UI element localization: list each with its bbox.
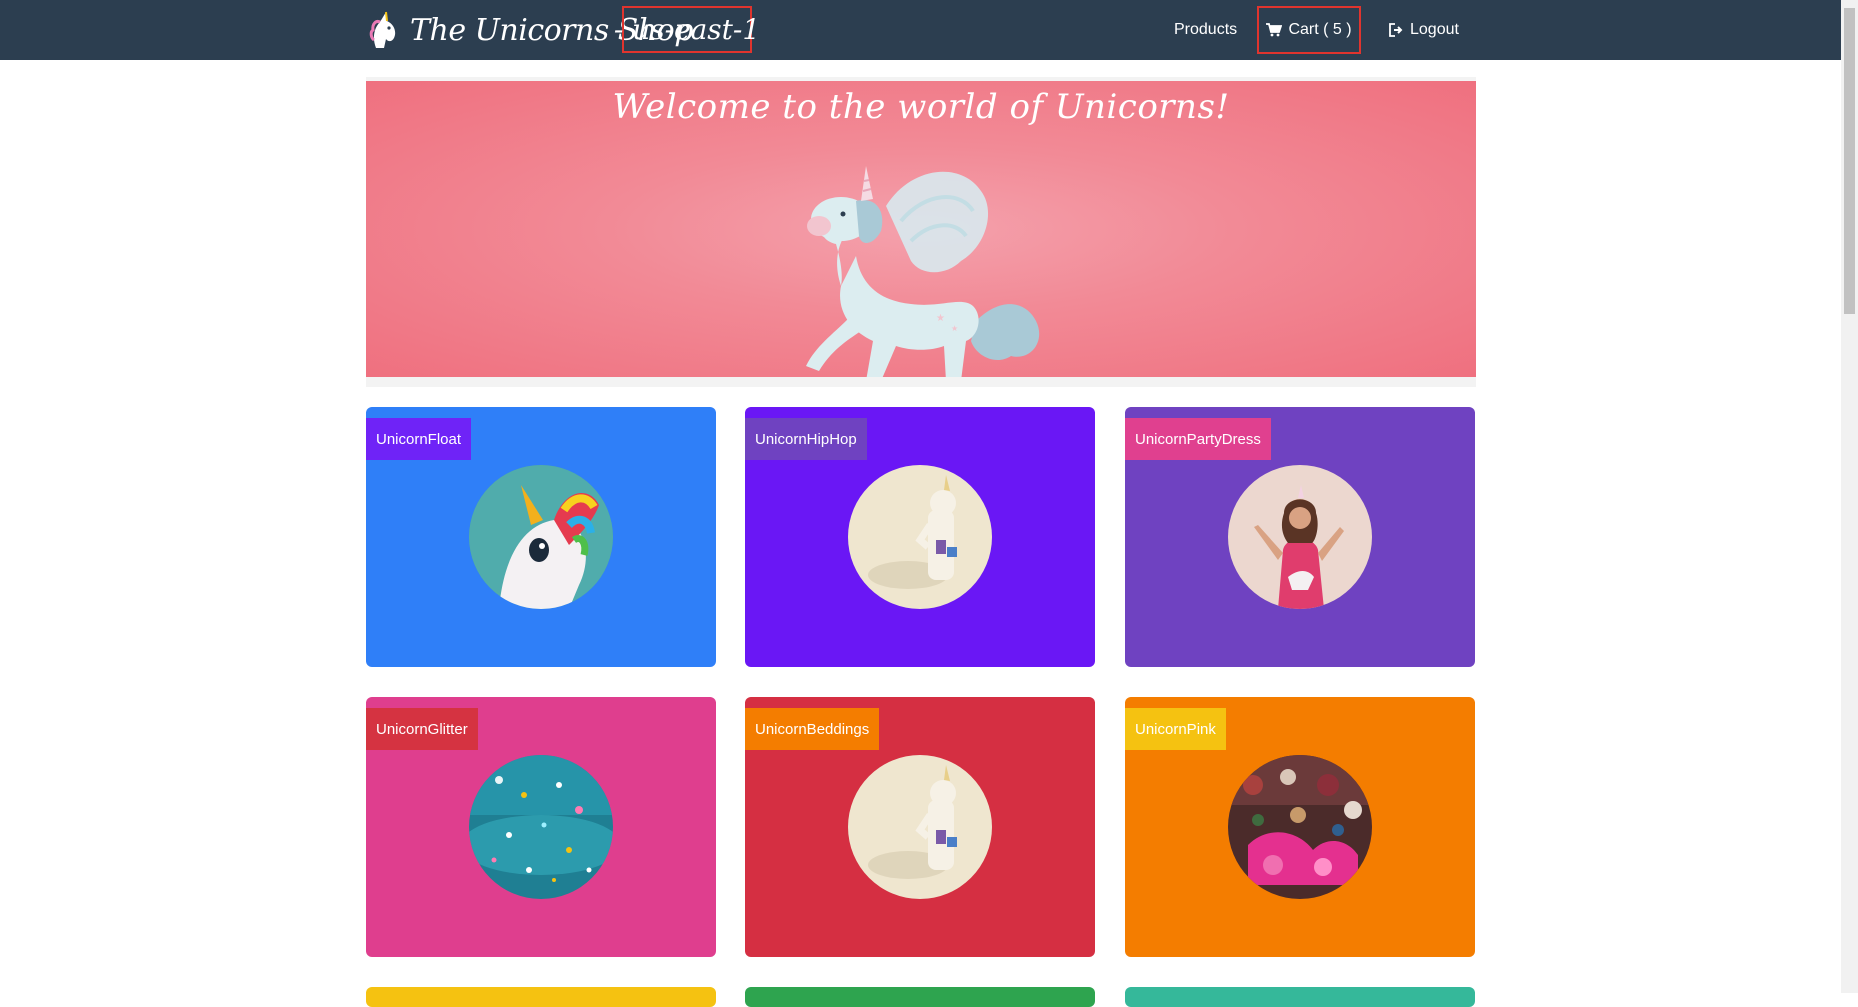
product-image xyxy=(848,465,992,609)
product-card-unicornglitter[interactable]: UnicornGlitter xyxy=(366,697,716,957)
product-name-label: UnicornFloat xyxy=(366,418,472,460)
product-name-label: UnicornPartyDress xyxy=(1125,418,1271,460)
unicorn-logo-icon xyxy=(369,11,396,48)
nav-cart-link[interactable]: Cart ( 5 ) xyxy=(1257,6,1361,54)
sign-out-icon xyxy=(1389,23,1404,37)
product-card-unicornpartydress[interactable]: UnicornPartyDress xyxy=(1125,407,1475,667)
svg-text:★: ★ xyxy=(936,313,945,324)
product-card-unicornpink[interactable]: UnicornPink xyxy=(1125,697,1475,957)
nav-products-label: Products xyxy=(1174,21,1238,38)
hero-title: Welcome to the world of Unicorns! xyxy=(612,87,1230,127)
region-label: - us-east-1 xyxy=(614,6,760,53)
shopping-cart-icon xyxy=(1266,23,1283,37)
product-name-label: UnicornPink xyxy=(1125,708,1226,750)
product-image xyxy=(469,465,613,609)
product-image xyxy=(469,755,613,899)
top-navbar: The Unicorns Shop - us-east-1 Products C… xyxy=(0,0,1841,60)
product-name-label: UnicornBeddings xyxy=(745,708,880,750)
hero-banner: Welcome to the world of Unicorns! ★ ★ xyxy=(366,81,1476,377)
product-card-unicornfloat[interactable]: UnicornFloat xyxy=(366,407,716,667)
product-card-partial[interactable] xyxy=(745,987,1095,1007)
product-card-partial[interactable] xyxy=(1125,987,1475,1007)
nav-cart-label: Cart ( 5 ) xyxy=(1288,21,1352,38)
product-card-partial[interactable] xyxy=(366,987,716,1007)
product-image xyxy=(848,755,992,899)
nav-products-link[interactable]: Products xyxy=(1174,0,1237,60)
nav-logout-link[interactable]: Logout xyxy=(1389,0,1459,60)
product-name-label: UnicornHipHop xyxy=(745,418,867,460)
winged-unicorn-illustration: ★ ★ xyxy=(806,166,1040,377)
svg-text:★: ★ xyxy=(951,324,958,333)
nav-logout-label: Logout xyxy=(1410,21,1459,38)
product-image xyxy=(1228,755,1372,899)
product-name-label: UnicornGlitter xyxy=(366,708,478,750)
product-image xyxy=(1228,465,1372,609)
page-scrollbar[interactable] xyxy=(1841,0,1858,993)
scrollbar-thumb[interactable] xyxy=(1844,8,1855,314)
product-card-unicornbeddings[interactable]: UnicornBeddings xyxy=(745,697,1095,957)
product-card-unicornhiphop[interactable]: UnicornHipHop xyxy=(745,407,1095,667)
